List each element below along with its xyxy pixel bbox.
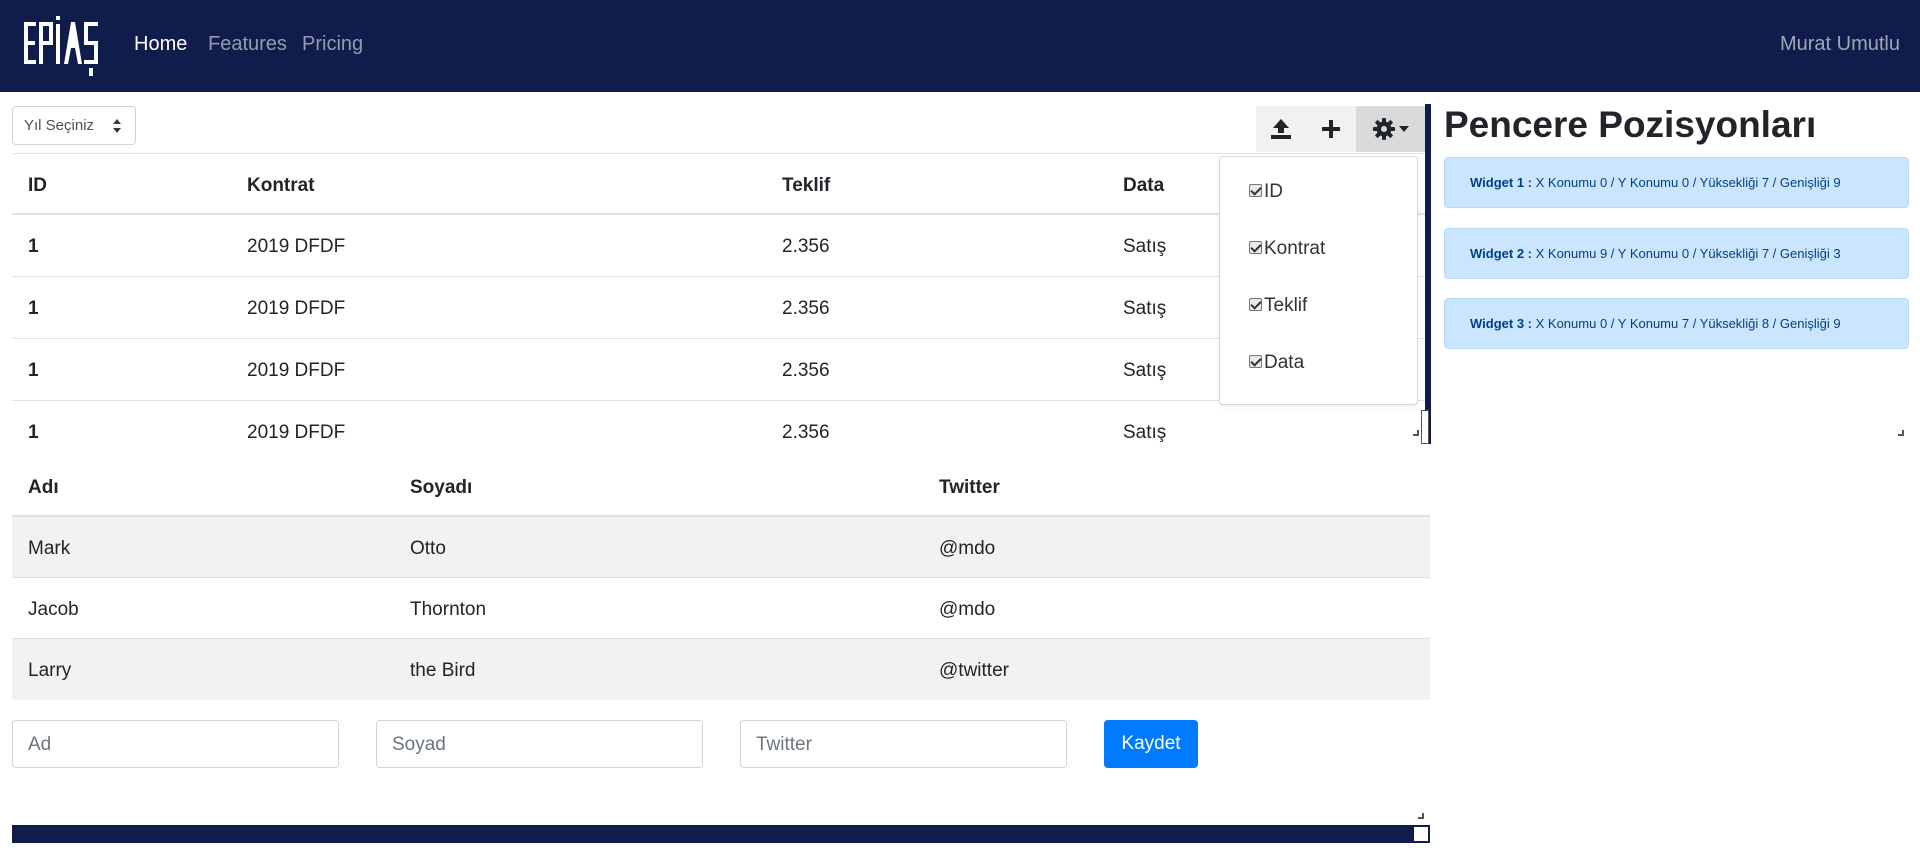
widget-name: Widget 3 : [1470,316,1532,331]
table-row[interactable]: 1 2019 DFDF 2.356 Satış [12,339,1426,401]
cell-data: Satış [1123,298,1167,319]
nav-home[interactable]: Home [134,33,187,56]
column-header-kontrat[interactable]: Kontrat [247,175,315,197]
widget-name: Widget 2 : [1470,246,1532,261]
cell-teklif: 2.356 [782,360,830,381]
checkbox[interactable] [1249,240,1262,254]
column-settings-button[interactable] [1356,106,1426,152]
table-row[interactable]: Jacob Thornton @mdo [12,578,1430,639]
cell-data: Satış [1123,236,1167,257]
cell-last-name: Thornton [410,599,487,620]
column-toggle-label: ID [1264,181,1283,202]
positions-panel-title: Pencere Pozisyonları [1444,104,1817,145]
column-toggle-data[interactable]: Data [1249,352,1304,374]
year-select-label: Yıl Seçiniz [24,117,95,134]
cell-twitter: @twitter [939,660,1009,681]
column-header-soyadi[interactable]: Soyadı [410,477,472,499]
column-toggle-teklif[interactable]: Teklif [1249,295,1307,317]
top-navbar: Home Features Pricing Murat Umutlu [0,0,1920,92]
column-toggle-id[interactable]: ID [1249,181,1283,203]
cell-twitter: @mdo [939,599,996,620]
epias-logo[interactable] [24,12,100,80]
nav-features[interactable]: Features [208,33,287,56]
cell-teklif: 2.356 [782,236,830,257]
cell-kontrat: 2019 DFDF [247,236,346,257]
column-header-data[interactable]: Data [1123,175,1164,197]
table-row[interactable]: 1 2019 DFDF 2.356 Satış [12,277,1426,339]
nav-pricing[interactable]: Pricing [302,33,363,56]
cell-kontrat: 2019 DFDF [247,422,346,443]
cell-last-name: the Bird [410,660,476,681]
widget-position-info: X Konumu 0 / Y Konumu 7 / Yüksekliği 8 /… [1535,316,1841,331]
cell-id: 1 [28,236,39,257]
checkbox[interactable] [1249,183,1262,197]
column-header-twitter[interactable]: Twitter [939,477,1000,499]
plus-icon [1322,120,1340,138]
widget-position-item: Widget 2 : X Konumu 9 / Y Konumu 0 / Yük… [1444,228,1909,279]
panel-divider[interactable] [1425,104,1431,444]
widget-position-item: Widget 1 : X Konumu 0 / Y Konumu 0 / Yük… [1444,157,1909,208]
save-button[interactable]: Kaydet [1104,720,1198,768]
cell-last-name: Otto [410,538,446,559]
upload-icon [1271,119,1291,139]
widget-position-info: X Konumu 0 / Y Konumu 0 / Yüksekliği 7 /… [1535,175,1841,190]
table-row[interactable]: Mark Otto @mdo [12,517,1430,578]
column-visibility-menu: ID Kontrat Teklif Data [1219,156,1418,405]
cell-kontrat: 2019 DFDF [247,298,346,319]
widget-name: Widget 1 : [1470,175,1532,190]
cell-data: Satış [1123,422,1167,443]
table-row[interactable]: 1 2019 DFDF 2.356 Satış [12,401,1426,463]
checkbox[interactable] [1249,354,1262,368]
cell-data: Satış [1123,360,1167,381]
twitter-input[interactable]: Twitter [740,720,1067,768]
bottom-widget-bar [12,825,1412,843]
widget-position-item: Widget 3 : X Konumu 0 / Y Konumu 7 / Yük… [1444,298,1909,349]
table-row[interactable]: Larry the Bird @twitter [12,639,1430,700]
column-toggle-label: Kontrat [1264,238,1326,259]
user-name[interactable]: Murat Umutlu [1780,33,1900,56]
sort-arrows-icon [113,119,121,133]
cell-first-name: Mark [28,538,71,559]
cell-id: 1 [28,422,39,443]
caret-down-icon [1399,126,1409,132]
resize-handle-icon[interactable] [1418,813,1424,819]
cell-kontrat: 2019 DFDF [247,360,346,381]
column-toggle-kontrat[interactable]: Kontrat [1249,238,1325,260]
bottom-resize-handle[interactable] [1412,825,1430,843]
column-header-id[interactable]: ID [28,175,47,197]
column-toggle-label: Data [1264,352,1305,373]
column-header-adi[interactable]: Adı [28,477,59,499]
cell-teklif: 2.356 [782,298,830,319]
scrollbar-thumb[interactable] [1421,410,1429,444]
widget-position-info: X Konumu 9 / Y Konumu 0 / Yüksekliği 7 /… [1535,246,1841,261]
first-name-input[interactable]: Ad [12,720,339,768]
table-header-row: Adı Soyadı Twitter [12,456,1430,517]
column-header-teklif[interactable]: Teklif [782,175,830,197]
add-button[interactable] [1306,106,1356,152]
cell-first-name: Jacob [28,599,79,620]
cell-id: 1 [28,360,39,381]
resize-handle-icon[interactable] [1413,430,1419,436]
table-header-row: ID Kontrat Teklif Data [12,153,1426,215]
cell-id: 1 [28,298,39,319]
column-toggle-label: Teklif [1264,295,1308,316]
last-name-input[interactable]: Soyad [376,720,703,768]
table-row[interactable]: 1 2019 DFDF 2.356 Satış [12,215,1426,277]
resize-handle-icon[interactable] [1898,430,1904,436]
checkbox[interactable] [1249,297,1262,311]
year-select[interactable]: Yıl Seçiniz [12,106,136,145]
gear-icon [1373,118,1395,140]
cell-first-name: Larry [28,660,72,681]
upload-button[interactable] [1256,106,1306,152]
table-toolbar [1256,106,1426,152]
cell-teklif: 2.356 [782,422,830,443]
cell-twitter: @mdo [939,538,996,559]
